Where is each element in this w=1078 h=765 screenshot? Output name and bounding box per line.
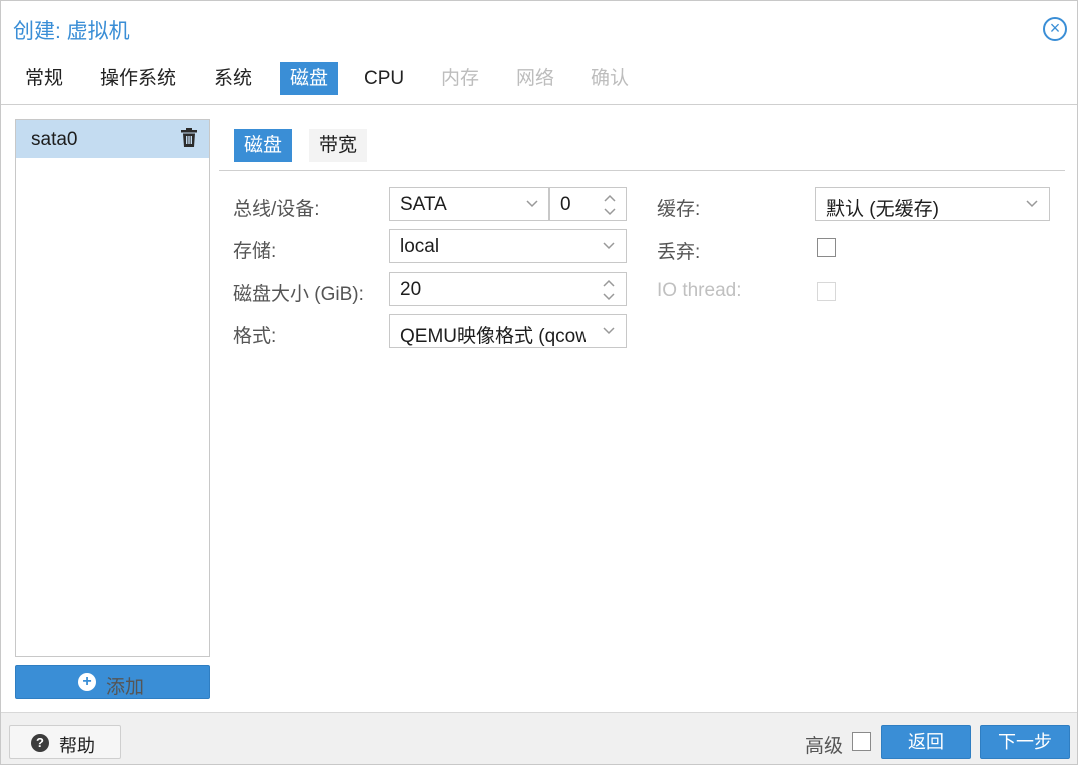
cache-label: 缓存: <box>657 199 701 220</box>
close-icon[interactable]: × <box>1043 17 1067 41</box>
add-disk-button[interactable]: + 添加 <box>15 665 210 699</box>
disk-subtabs: 磁盘 带宽 <box>219 119 1065 171</box>
create-vm-dialog: 创建: 虚拟机 × 常规 操作系统 系统 磁盘 CPU 内存 网络 确认 sat… <box>0 0 1078 765</box>
tab-confirm: 确认 <box>591 68 630 89</box>
cache-select-value: 默认 (无缓存) <box>826 199 939 220</box>
chevron-down-icon <box>603 327 615 335</box>
disk-size-label: 磁盘大小 (GiB): <box>233 284 364 305</box>
discard-label: 丢弃: <box>657 242 701 263</box>
wizard-tabs: 常规 操作系统 系统 磁盘 CPU 内存 网络 确认 <box>1 59 1077 105</box>
bus-select-value: SATA <box>400 194 447 215</box>
storage-label: 存储: <box>233 241 277 262</box>
plus-circle-icon: + <box>78 673 96 691</box>
device-number-stepper[interactable]: 0 <box>549 187 627 221</box>
disk-size-value: 20 <box>400 279 422 300</box>
tab-memory: 内存 <box>441 68 480 89</box>
cache-select[interactable]: 默认 (无缓存) <box>815 187 1050 221</box>
help-button-label: 帮助 <box>59 736 95 756</box>
chevron-down-icon <box>526 200 538 208</box>
format-select-value: QEMU映像格式 (qcow2) <box>400 326 586 347</box>
subtab-bandwidth[interactable]: 带宽 <box>309 129 368 162</box>
storage-select-value: local <box>400 236 440 257</box>
add-disk-button-label: 添加 <box>106 677 145 698</box>
io-thread-checkbox <box>817 282 836 301</box>
disk-size-stepper[interactable]: 20 <box>389 272 627 306</box>
trash-icon[interactable] <box>180 128 198 148</box>
tab-disk[interactable]: 磁盘 <box>280 62 339 95</box>
title-bar: 创建: 虚拟机 × <box>1 1 1077 57</box>
format-label: 格式: <box>233 326 277 347</box>
storage-select[interactable]: local <box>389 229 627 263</box>
bus-device-label: 总线/设备: <box>233 199 320 220</box>
tab-network: 网络 <box>516 68 555 89</box>
format-select[interactable]: QEMU映像格式 (qcow2) <box>389 314 627 348</box>
dialog-title: 创建: 虚拟机 <box>13 20 130 43</box>
advanced-checkbox[interactable] <box>852 732 871 751</box>
io-thread-label: IO thread: <box>657 280 742 301</box>
disk-list-item-label: sata0 <box>31 129 78 150</box>
tab-cpu[interactable]: CPU <box>354 62 414 95</box>
disk-list-panel: sata0 <box>15 119 210 657</box>
device-number-value: 0 <box>560 194 571 215</box>
spinner-arrows-icon[interactable] <box>602 277 616 303</box>
subtab-disk[interactable]: 磁盘 <box>234 129 293 162</box>
tab-general[interactable]: 常规 <box>15 62 73 95</box>
chevron-down-icon <box>603 242 615 250</box>
help-button[interactable]: ? 帮助 <box>9 725 121 759</box>
spinner-arrows-icon[interactable] <box>603 192 617 218</box>
chevron-down-icon <box>1026 200 1038 208</box>
next-button[interactable]: 下一步 <box>980 725 1070 759</box>
bus-select[interactable]: SATA <box>389 187 549 221</box>
dialog-footer: ? 帮助 高级 返回 下一步 <box>1 712 1077 764</box>
tab-system[interactable]: 系统 <box>204 62 262 95</box>
discard-checkbox[interactable] <box>817 238 836 257</box>
question-circle-icon: ? <box>31 734 49 752</box>
disk-list-item[interactable]: sata0 <box>16 120 209 158</box>
back-button[interactable]: 返回 <box>881 725 971 759</box>
advanced-label: 高级 <box>805 736 844 757</box>
tab-os[interactable]: 操作系统 <box>90 62 186 95</box>
